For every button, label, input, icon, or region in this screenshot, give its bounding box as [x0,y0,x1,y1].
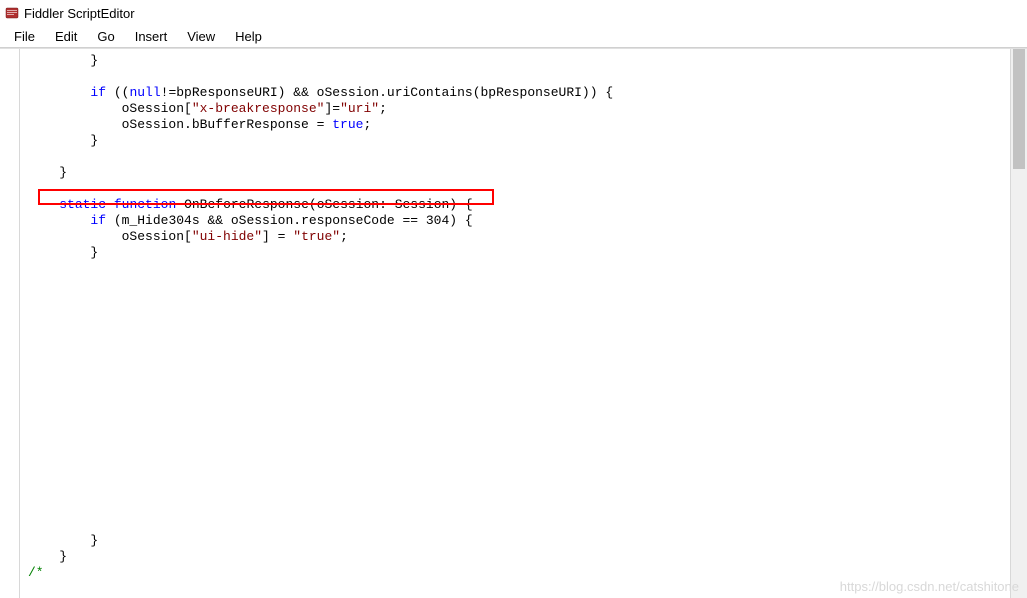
editor-gutter [0,49,20,598]
menu-view[interactable]: View [177,27,225,46]
title-bar: Fiddler ScriptEditor [0,0,1027,26]
menu-go[interactable]: Go [87,27,124,46]
menu-edit[interactable]: Edit [45,27,87,46]
app-icon [4,5,20,21]
menu-insert[interactable]: Insert [125,27,178,46]
editor-container: } if ((null!=bpResponseURI) && oSession.… [0,48,1027,598]
vertical-scrollbar[interactable] [1010,49,1027,598]
scrollbar-thumb[interactable] [1013,49,1025,169]
window-title: Fiddler ScriptEditor [24,6,135,21]
menu-help[interactable]: Help [225,27,272,46]
menu-bar: File Edit Go Insert View Help [0,26,1027,48]
watermark: https://blog.csdn.net/catshitone [840,579,1019,594]
menu-file[interactable]: File [4,27,45,46]
highlight-box [38,189,494,205]
code-editor[interactable]: } if ((null!=bpResponseURI) && oSession.… [20,49,1010,598]
